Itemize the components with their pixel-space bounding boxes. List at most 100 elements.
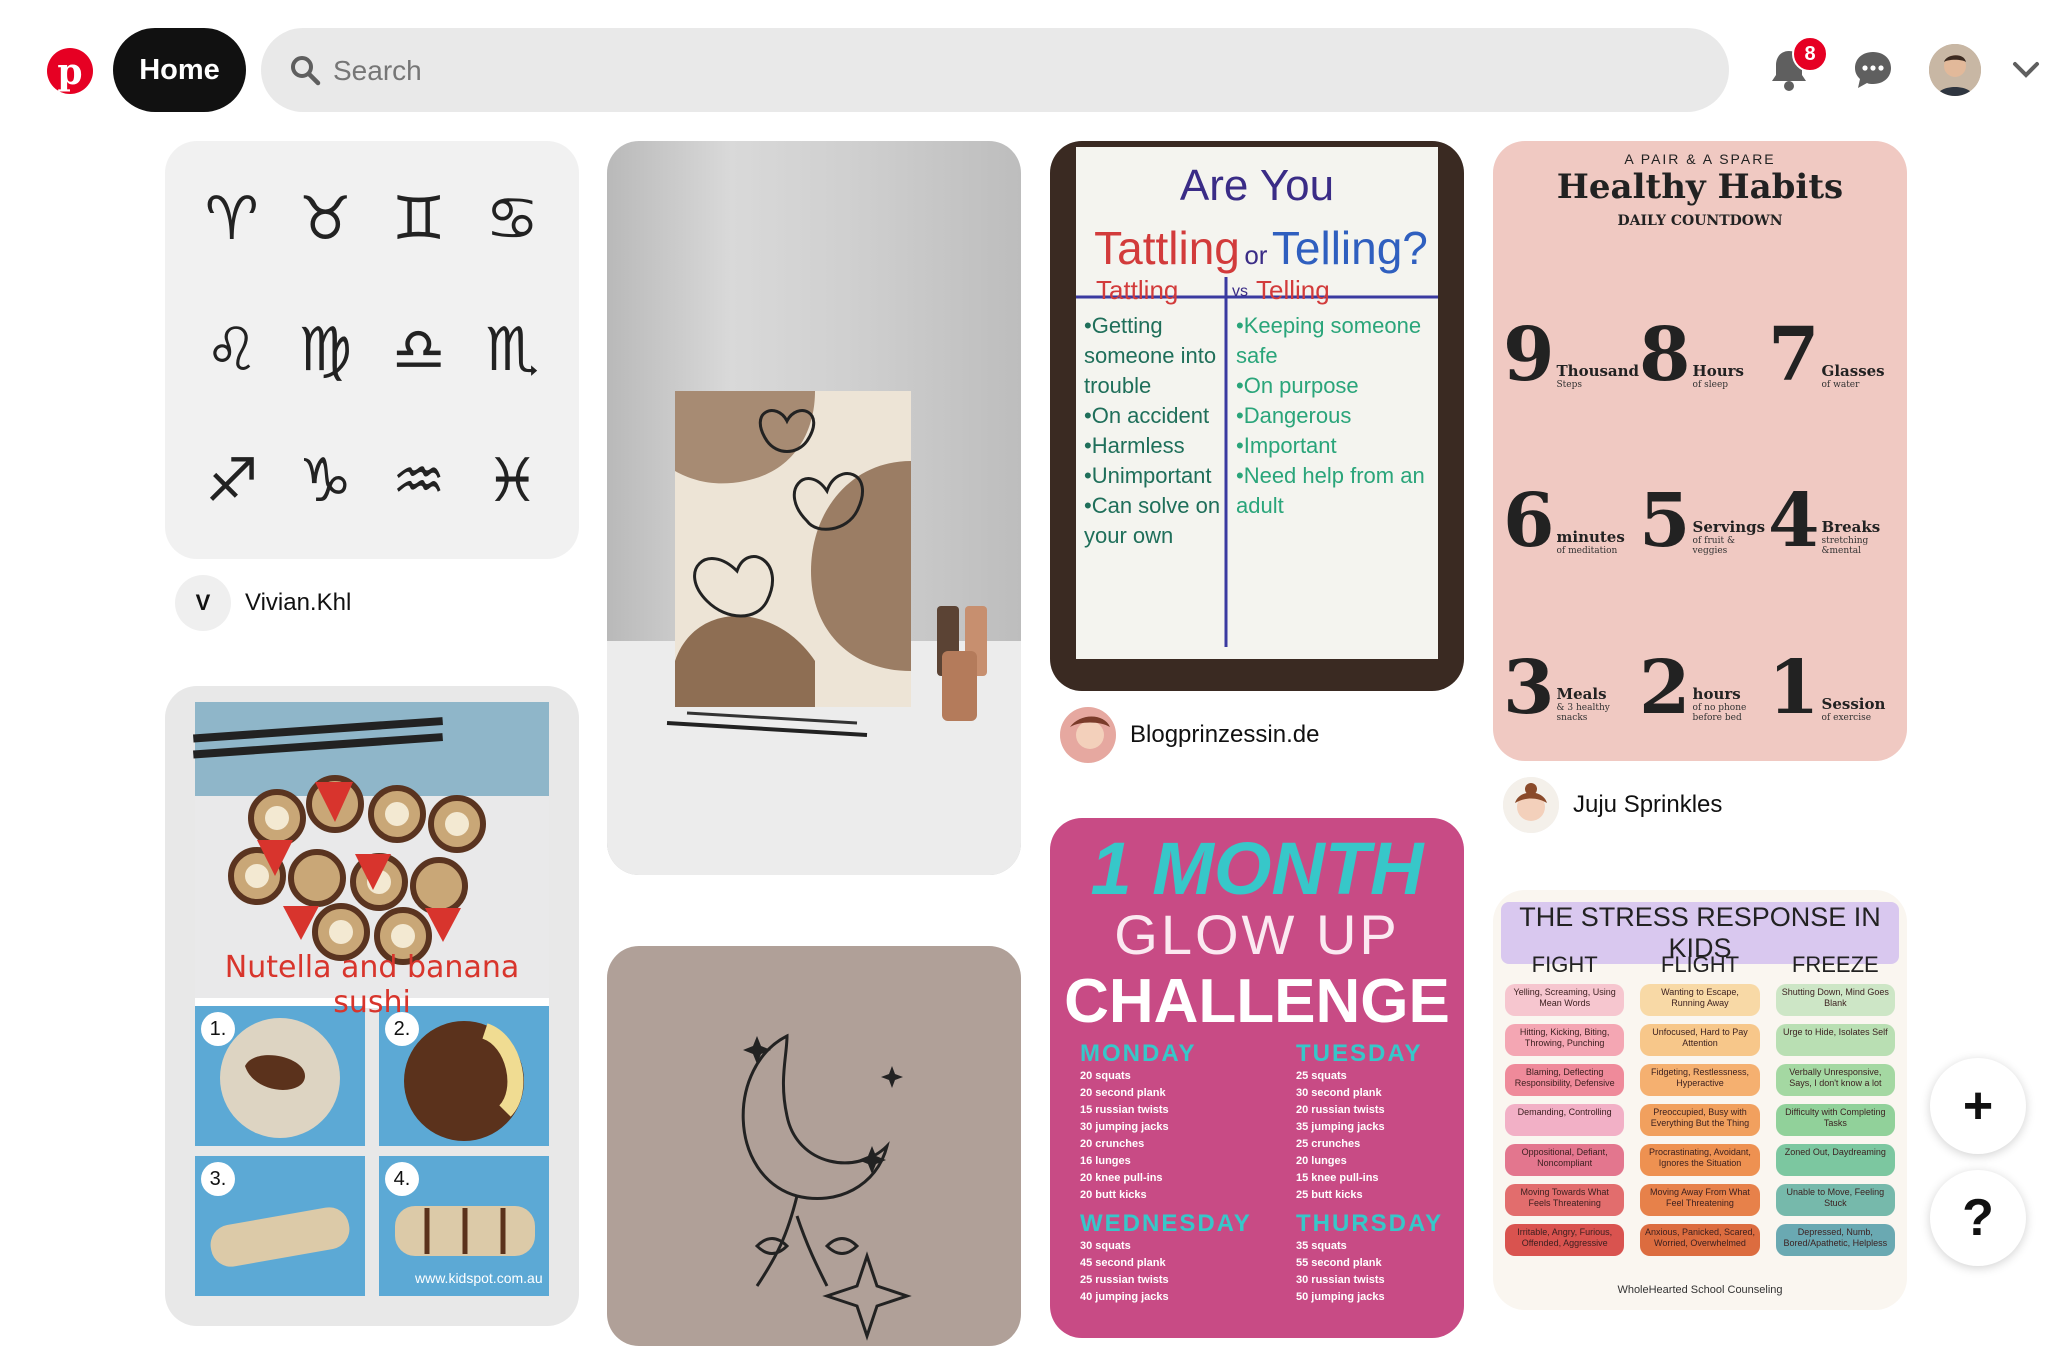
anchor-chart-paper: Are You Tattling or Telling? Tattling vs…	[1076, 147, 1438, 659]
exercise-item: 20 butt kicks	[1080, 1189, 1147, 1201]
col-vs: vs	[1232, 283, 1248, 300]
tattling-item: •Can solve on your own	[1084, 493, 1221, 548]
glow-line3: CHALLENGE	[1064, 967, 1450, 1036]
cancer-icon: ♋	[485, 183, 540, 254]
exercise-item: 16 lunges	[1080, 1155, 1131, 1167]
stress-item: Demanding, Controlling	[1505, 1104, 1625, 1136]
stress-item: Procrastinating, Avoidant, Ignores the S…	[1640, 1144, 1760, 1176]
pin-author-vivian[interactable]: V Vivian.Khl	[175, 573, 351, 633]
notification-count-badge: 8	[1792, 36, 1828, 72]
habit-sub: of fruit & veggies	[1692, 536, 1735, 557]
habit-label: hours	[1692, 685, 1741, 703]
virgo-icon: ♍	[298, 314, 353, 385]
stress-item: Shutting Down, Mind Goes Blank	[1775, 984, 1895, 1016]
pin-glow-up-image[interactable]: 1 MONTH GLOW UP CHALLENGE MONDAY 20 squa…	[1050, 818, 1464, 1338]
libra-icon: ♎	[391, 314, 446, 385]
habit-label: Glasses	[1821, 361, 1885, 380]
author-cartoon-icon	[1503, 777, 1559, 833]
home-button[interactable]: Home	[113, 28, 246, 112]
exercise-item: 20 squats	[1080, 1070, 1131, 1082]
chart-title-telling: Telling?	[1271, 222, 1428, 274]
chart-title-are-you: Are You	[1179, 161, 1335, 210]
habit-label: Breaks	[1821, 518, 1881, 537]
stress-item: Moving Away From What Feel Threatening	[1640, 1184, 1760, 1216]
pin-butterfly-canvas-image[interactable]	[607, 141, 1021, 875]
pinterest-logo-icon[interactable]: p	[47, 48, 93, 94]
exercise-item: 20 knee pull-ins	[1080, 1172, 1163, 1184]
butterfly-canvas-photo	[607, 391, 1021, 875]
author-name: Juju Sprinkles	[1573, 791, 1723, 818]
habit-number: 6	[1503, 478, 1555, 565]
search-bar[interactable]	[261, 28, 1729, 114]
stress-credit: WholeHearted School Counseling	[1617, 1284, 1783, 1296]
habit-sub: stretching &mental	[1821, 536, 1869, 557]
habit-label: Meals	[1556, 685, 1607, 703]
pin-moon-drawing-image[interactable]	[607, 946, 1021, 1346]
capricorn-icon: ♑	[298, 446, 353, 517]
telling-item: •Keeping someone safe	[1236, 313, 1422, 368]
search-input[interactable]	[331, 28, 1695, 114]
stress-item: Oppositional, Defiant, Noncompliant	[1505, 1144, 1625, 1176]
pin-author-juju[interactable]: Juju Sprinkles	[1503, 775, 1722, 835]
habit-sub: of no phone before bed	[1692, 703, 1747, 723]
stress-item: Difficulty with Completing Tasks	[1775, 1104, 1895, 1136]
sagittarius-icon: ♐	[204, 446, 259, 517]
chat-bubble-icon	[1855, 52, 1891, 88]
create-pin-button[interactable]: +	[1930, 1058, 2026, 1154]
author-avatar	[1060, 707, 1116, 763]
habit-number: 7	[1768, 311, 1820, 398]
chart-title-or: or	[1244, 240, 1268, 270]
moon-flower-drawing	[741, 1033, 912, 1341]
pin-tattling-chart-image[interactable]: Are You Tattling or Telling? Tattling vs…	[1050, 141, 1464, 691]
exercise-item: 25 crunches	[1296, 1138, 1361, 1150]
day-label: WEDNESDAY	[1080, 1210, 1252, 1237]
habit-label: minutes	[1556, 528, 1625, 547]
habit-sub: of exercise	[1821, 713, 1872, 723]
habit-sub: Steps	[1556, 379, 1583, 390]
chart-title-row: Tattling or Telling?	[1086, 221, 1436, 275]
user-avatar[interactable]	[1929, 44, 1981, 96]
pin-stress-response-image[interactable]: THE STRESS RESPONSE IN KIDS FIGHT Yelling…	[1493, 890, 1907, 1310]
stress-item: Verbally Unresponsive, Says, I don't kno…	[1775, 1064, 1895, 1096]
chart-title-tattling: Tattling	[1094, 222, 1240, 274]
exercise-item: 50 jumping jacks	[1296, 1291, 1385, 1303]
day-label: THURSDAY	[1296, 1210, 1444, 1237]
exercise-item: 35 squats	[1296, 1240, 1347, 1252]
messages-button[interactable]	[1841, 38, 1905, 102]
habit-sub: of meditation	[1556, 546, 1618, 557]
zodiac-symbols: ♈ ♉ ♊ ♋ ♌ ♍ ♎ ♏ ♐ ♑ ♒ ♓	[185, 153, 559, 547]
account-menu-chevron-button[interactable]	[1994, 38, 2058, 102]
pin-zodiac-image[interactable]: ♈ ♉ ♊ ♋ ♌ ♍ ♎ ♏ ♐ ♑ ♒ ♓	[165, 141, 579, 559]
habit-number: 1	[1768, 645, 1820, 731]
stress-item: Depressed, Numb, Bored/Apathetic, Helple…	[1775, 1224, 1895, 1256]
help-button[interactable]: ?	[1930, 1170, 2026, 1266]
author-avatar	[1503, 777, 1559, 833]
stress-item: Yelling, Screaming, Using Mean Words	[1505, 984, 1625, 1016]
habit-number: 3	[1503, 645, 1555, 731]
stress-item: Preoccupied, Busy with Everything But th…	[1640, 1104, 1760, 1136]
habits-subtitle: DAILY COUNTDOWN	[1617, 213, 1783, 229]
habit-item: 2 hours of no phone before bed	[1639, 574, 1768, 741]
stress-item: Irritable, Angry, Furious, Offended, Agg…	[1505, 1224, 1625, 1256]
stress-item: Hitting, Kicking, Biting, Throwing, Punc…	[1505, 1024, 1625, 1056]
habit-label: Thousand	[1556, 361, 1640, 380]
habit-label: Session	[1821, 695, 1886, 713]
glow-line1: 1 MONTH	[1090, 827, 1424, 910]
telling-item: •Dangerous	[1236, 403, 1352, 428]
pin-healthy-habits-image[interactable]: A PAIR & A SPARE Healthy Habits DAILY CO…	[1493, 141, 1907, 761]
exercise-item: 40 jumping jacks	[1080, 1291, 1169, 1303]
glow-monday: MONDAY 20 squats 20 second plank 15 russ…	[1080, 1040, 1260, 1204]
pisces-icon: ♓	[485, 446, 540, 517]
pin-author-blogprinzessin[interactable]: Blogprinzessin.de	[1060, 705, 1319, 765]
habit-sub: of water	[1821, 379, 1860, 390]
top-nav: p Home 8	[0, 0, 2061, 140]
exercise-item: 30 squats	[1080, 1240, 1131, 1252]
nutella-caption: Nutella and banana sushi	[224, 950, 520, 1020]
tattling-item: •Unimportant	[1084, 463, 1212, 488]
aries-icon: ♈	[204, 183, 259, 254]
pin-nutella-image[interactable]: Nutella and banana sushi 1. 2. 3. 4. www…	[165, 686, 579, 1326]
habit-number: 8	[1639, 311, 1691, 398]
author-name: Blogprinzessin.de	[1130, 721, 1320, 748]
nutella-credit: www.kidspot.com.au	[415, 1270, 543, 1286]
exercise-item: 30 jumping jacks	[1080, 1121, 1169, 1133]
